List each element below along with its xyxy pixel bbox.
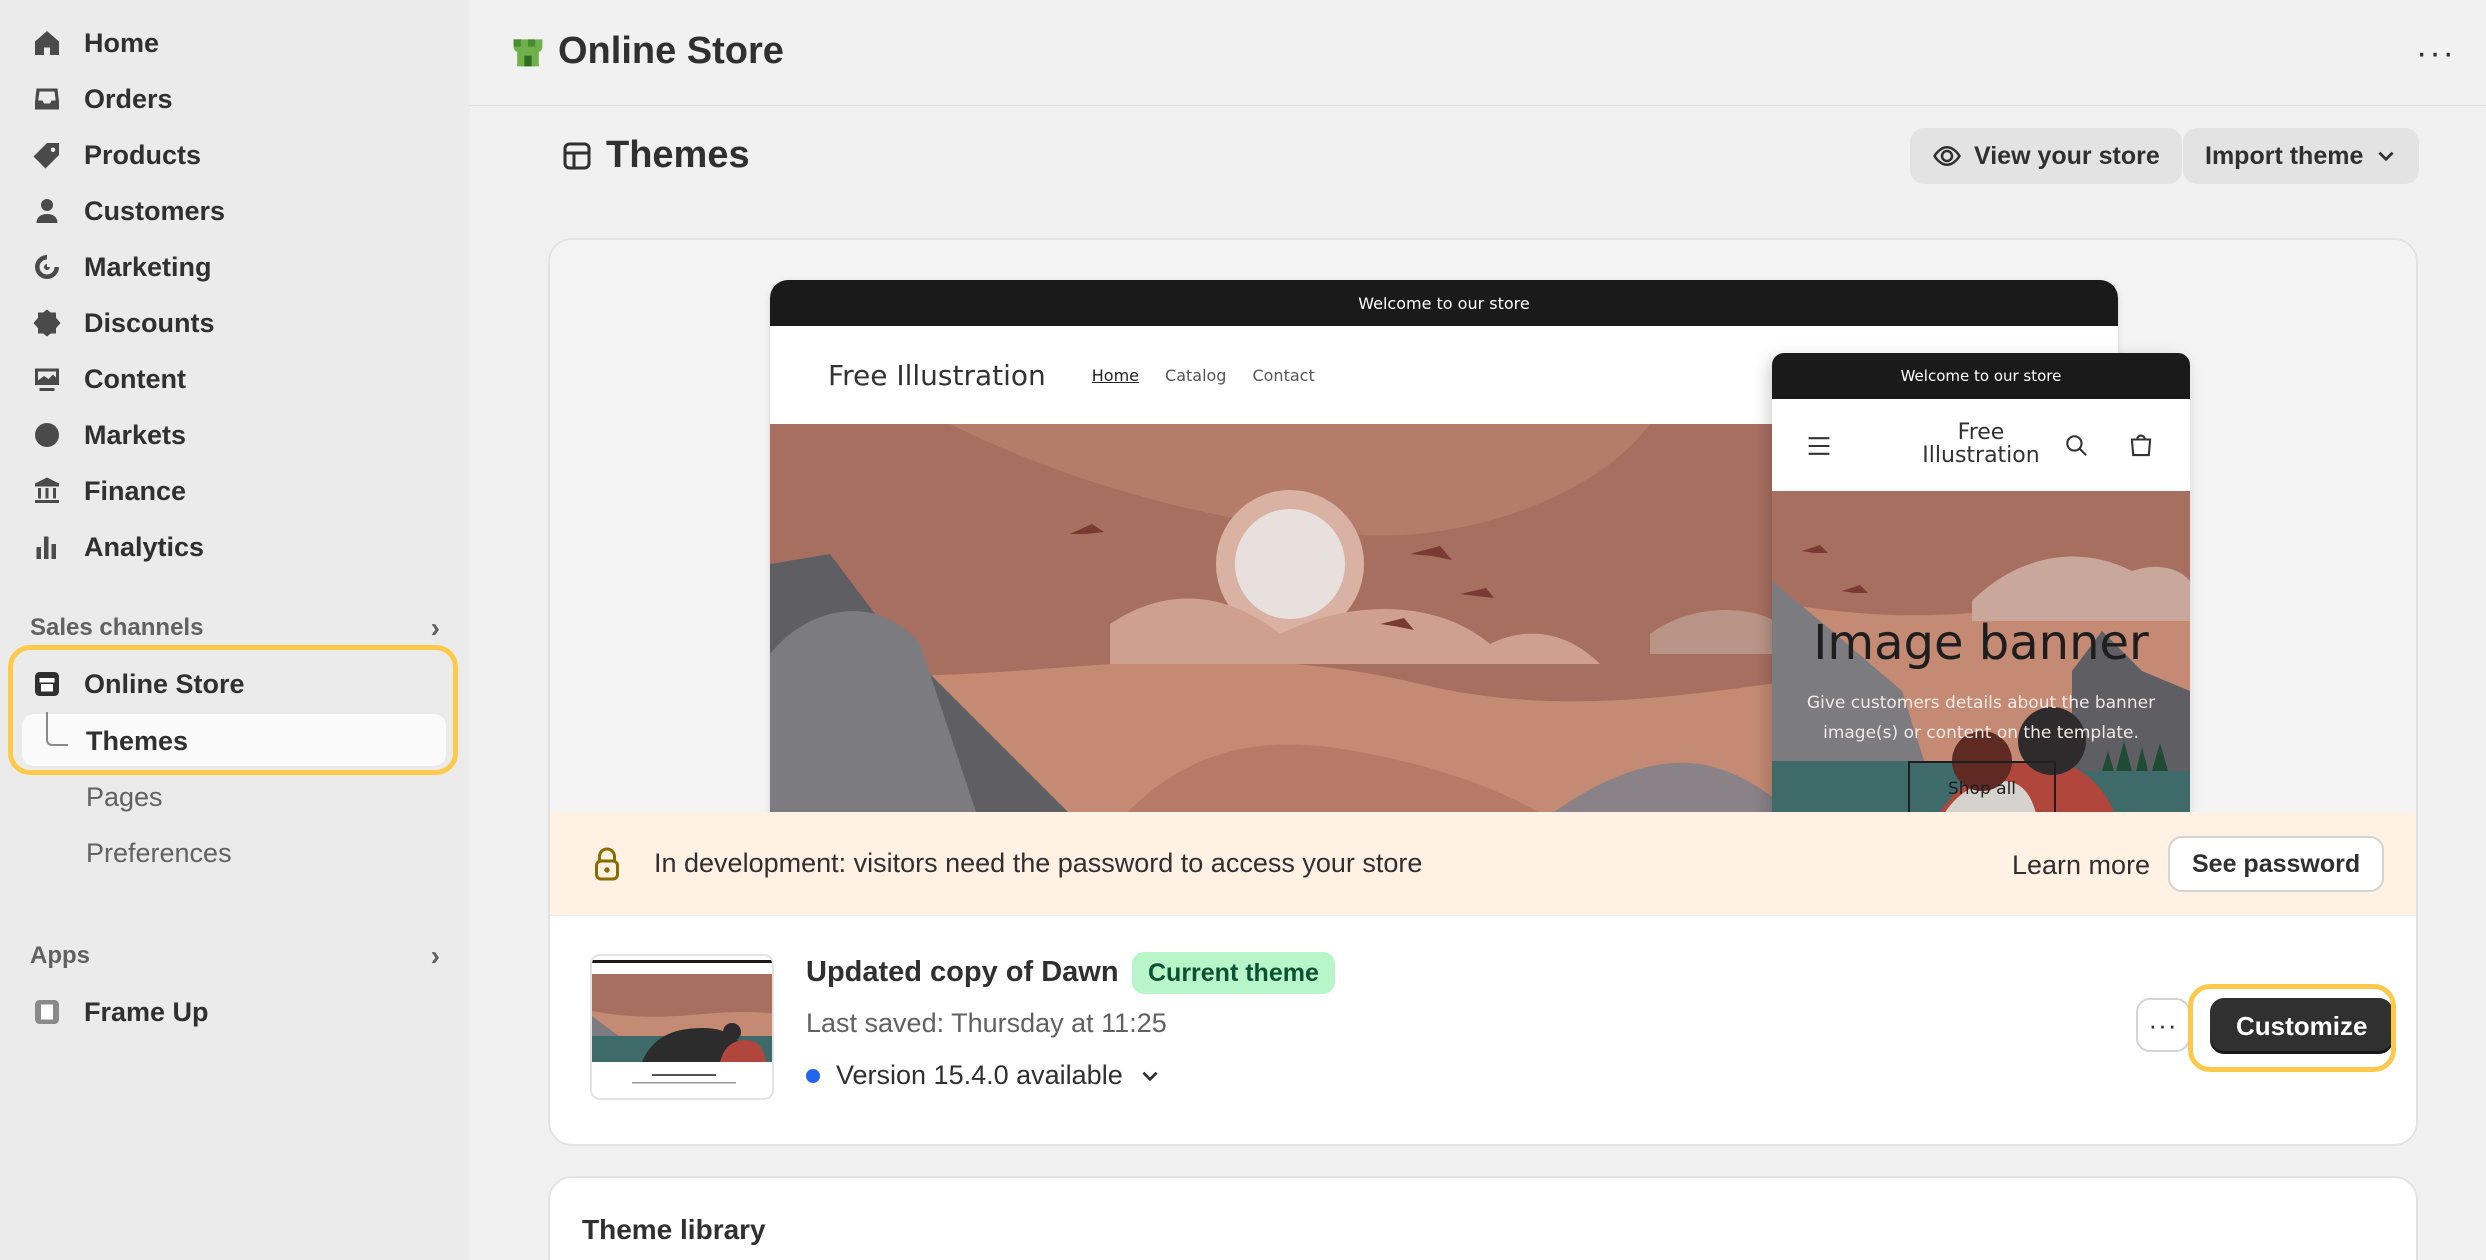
sidebar-item-markets[interactable]: Markets — [30, 409, 440, 461]
learn-more-link[interactable]: Learn more — [2012, 850, 2150, 881]
tag-icon — [30, 138, 64, 172]
top-bar: Online Store ··· — [470, 0, 2486, 106]
mobile-announcement: Welcome to our store — [1772, 353, 2190, 399]
lock-icon — [595, 847, 619, 881]
desktop-link-catalog: Catalog — [1165, 365, 1227, 385]
desktop-link-home: Home — [1091, 365, 1140, 385]
import-theme-label: Import theme — [2205, 141, 2364, 170]
cart-icon — [2130, 434, 2152, 457]
sidebar-item-label: Content — [84, 363, 186, 394]
sidebar-item-label: Home — [84, 27, 160, 58]
globe-icon — [30, 418, 64, 452]
header-more-button[interactable]: ··· — [2416, 34, 2456, 73]
highlight-customize — [2188, 984, 2396, 1072]
theme-actions-button[interactable]: ··· — [2136, 998, 2190, 1052]
version-label: Version 15.4.0 available — [836, 1060, 1123, 1090]
sidebar-item-orders[interactable]: Orders — [30, 73, 440, 125]
theme-thumbnail[interactable] — [590, 954, 774, 1100]
sidebar-item-frame-up[interactable]: Frame Up — [30, 986, 440, 1038]
home-icon — [30, 26, 64, 60]
import-theme-button[interactable]: Import theme — [2183, 128, 2420, 184]
eye-icon — [1933, 145, 1961, 167]
chevron-down-icon — [2378, 151, 2394, 162]
sidebar-item-label: Customers — [84, 195, 226, 226]
development-banner: In development: visitors need the passwo… — [550, 812, 2416, 916]
frame-up-app-icon — [30, 995, 64, 1029]
last-saved-text: Last saved: Thursday at 11:25 — [806, 1008, 1167, 1038]
sidebar-item-preferences[interactable]: Preferences — [86, 838, 232, 869]
target-icon — [30, 250, 64, 284]
highlight-online-store — [8, 645, 458, 775]
desktop-brand: Free Illustration — [828, 358, 1046, 392]
current-theme-card: Welcome to our store Free Illustration H… — [548, 238, 2418, 1146]
sidebar-item-analytics[interactable]: Analytics — [30, 521, 440, 573]
sidebar-item-content[interactable]: Content — [30, 353, 440, 405]
online-store-logo-icon — [513, 39, 543, 67]
sidebar-item-customers[interactable]: Customers — [30, 185, 440, 237]
sidebar-item-discounts[interactable]: Discounts — [30, 297, 440, 349]
see-password-button[interactable]: See password — [2168, 836, 2385, 892]
page-title-text: Themes — [606, 134, 750, 176]
bar-chart-icon — [30, 530, 64, 564]
mobile-brand: Free Illustration — [1922, 420, 2040, 469]
sidebar-item-home[interactable]: Home — [30, 17, 440, 69]
image-icon — [30, 362, 64, 396]
sidebar-item-label: Products — [84, 139, 202, 170]
sales-channels-label: Sales channels — [30, 614, 204, 641]
hamburger-icon — [1808, 437, 1830, 455]
chevron-down-icon — [1142, 1071, 1158, 1081]
sidebar-item-label: Finance — [84, 475, 187, 506]
sidebar-item-label: Frame Up — [84, 996, 209, 1027]
desktop-announcement: Welcome to our store — [770, 280, 2118, 326]
current-theme-badge: Current theme — [1132, 952, 1335, 994]
status-dot-icon — [806, 1068, 820, 1083]
chevron-right-icon: › — [430, 612, 440, 643]
apps-label: Apps — [30, 942, 90, 969]
search-icon — [2066, 435, 2087, 456]
discount-icon — [30, 306, 64, 340]
sidebar: Home Orders Products Customers Marketing… — [0, 0, 470, 1260]
mobile-banner-title: Image banner — [1813, 615, 2149, 671]
sidebar-item-label: Discounts — [84, 307, 215, 338]
sidebar-item-label: Analytics — [84, 531, 205, 562]
desktop-link-contact: Contact — [1252, 365, 1315, 385]
sidebar-item-label: Marketing — [84, 251, 212, 282]
theme-thumbnail-image — [592, 956, 772, 1098]
version-available[interactable]: Version 15.4.0 available — [806, 1060, 1161, 1091]
person-icon — [30, 194, 64, 228]
mobile-banner-text-2: image(s) or content on the template. — [1823, 723, 2139, 743]
theme-preview[interactable]: Welcome to our store Free Illustration H… — [550, 240, 2416, 880]
header-title: Online Store — [558, 30, 784, 72]
mobile-banner-button: Shop all — [1908, 761, 2056, 817]
sidebar-item-label: Orders — [84, 83, 173, 114]
theme-library-card: Theme library — [548, 1176, 2418, 1260]
development-message: In development: visitors need the passwo… — [654, 848, 1423, 878]
sidebar-item-products[interactable]: Products — [30, 129, 440, 181]
sidebar-item-marketing[interactable]: Marketing — [30, 241, 440, 293]
chevron-right-icon: › — [430, 940, 440, 971]
apps-header[interactable]: Apps › — [30, 940, 440, 972]
mobile-banner-text-1: Give customers details about the banner — [1806, 693, 2156, 713]
inbox-icon — [30, 82, 64, 116]
sidebar-item-finance[interactable]: Finance — [30, 465, 440, 517]
sidebar-item-pages[interactable]: Pages — [86, 782, 163, 813]
view-your-store-button[interactable]: View your store — [1910, 128, 2182, 184]
theme-icon — [563, 142, 591, 169]
theme-name: Updated copy of Dawn — [806, 956, 1119, 988]
mobile-preview: Welcome to our store Free Illustration I… — [1772, 353, 2190, 873]
theme-library-title: Theme library — [582, 1214, 766, 1245]
view-store-label: View your store — [1974, 141, 2160, 170]
bank-icon — [30, 474, 64, 508]
mobile-nav: Free Illustration — [1772, 399, 2190, 491]
sales-channels-header[interactable]: Sales channels › — [30, 612, 440, 644]
sidebar-item-label: Markets — [84, 419, 187, 450]
page-title: Themes — [562, 134, 750, 177]
